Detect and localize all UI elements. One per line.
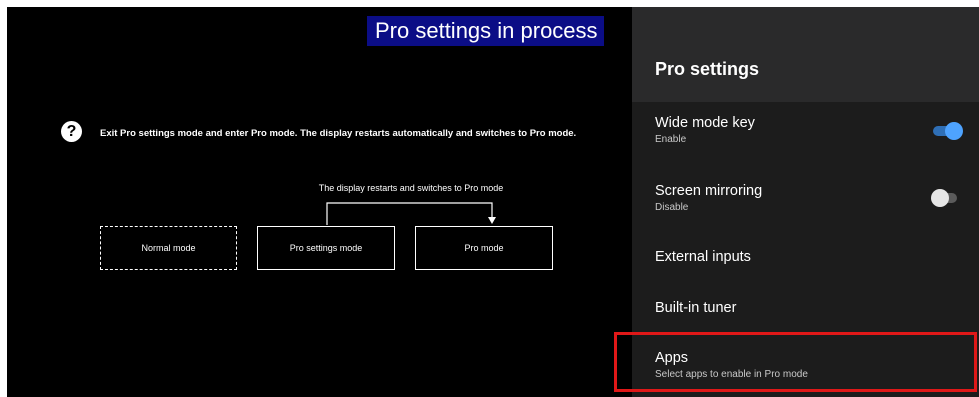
diagram-caption: The display restarts and switches to Pro… bbox=[318, 183, 504, 193]
normal-mode-label: Normal mode bbox=[141, 243, 196, 253]
setting-external-inputs[interactable]: External inputs bbox=[655, 248, 965, 266]
restart-arrow-icon bbox=[326, 202, 496, 225]
panel-title: Pro settings bbox=[655, 59, 760, 79]
apps-highlight-box bbox=[614, 332, 977, 392]
setting-label: Built-in tuner bbox=[655, 300, 737, 316]
process-banner: Pro settings in process bbox=[367, 16, 604, 46]
pro-mode-label: Pro mode bbox=[464, 243, 504, 253]
toggle-knob bbox=[931, 189, 949, 207]
setting-label: External inputs bbox=[655, 249, 751, 265]
setting-built-in-tuner[interactable]: Built-in tuner bbox=[655, 299, 965, 317]
setting-screen-mirroring[interactable]: Screen mirroring Disable bbox=[655, 182, 965, 216]
setting-wide-mode-key[interactable]: Wide mode key Enable bbox=[655, 114, 965, 148]
normal-mode-box: Normal mode bbox=[100, 226, 237, 270]
pro-mode-box: Pro mode bbox=[415, 226, 553, 270]
wide-mode-toggle[interactable] bbox=[933, 122, 963, 140]
pro-settings-mode-box: Pro settings mode bbox=[257, 226, 395, 270]
help-description: Exit Pro settings mode and enter Pro mod… bbox=[100, 128, 577, 139]
setting-label: Screen mirroring bbox=[655, 183, 763, 199]
setting-label: Wide mode key bbox=[655, 115, 755, 131]
setting-status: Disable bbox=[655, 202, 689, 213]
toggle-knob bbox=[945, 122, 963, 140]
question-icon: ? bbox=[61, 121, 82, 142]
pro-settings-mode-label: Pro settings mode bbox=[289, 243, 363, 253]
setting-status: Enable bbox=[655, 134, 687, 145]
screen-mirroring-toggle[interactable] bbox=[931, 189, 957, 207]
